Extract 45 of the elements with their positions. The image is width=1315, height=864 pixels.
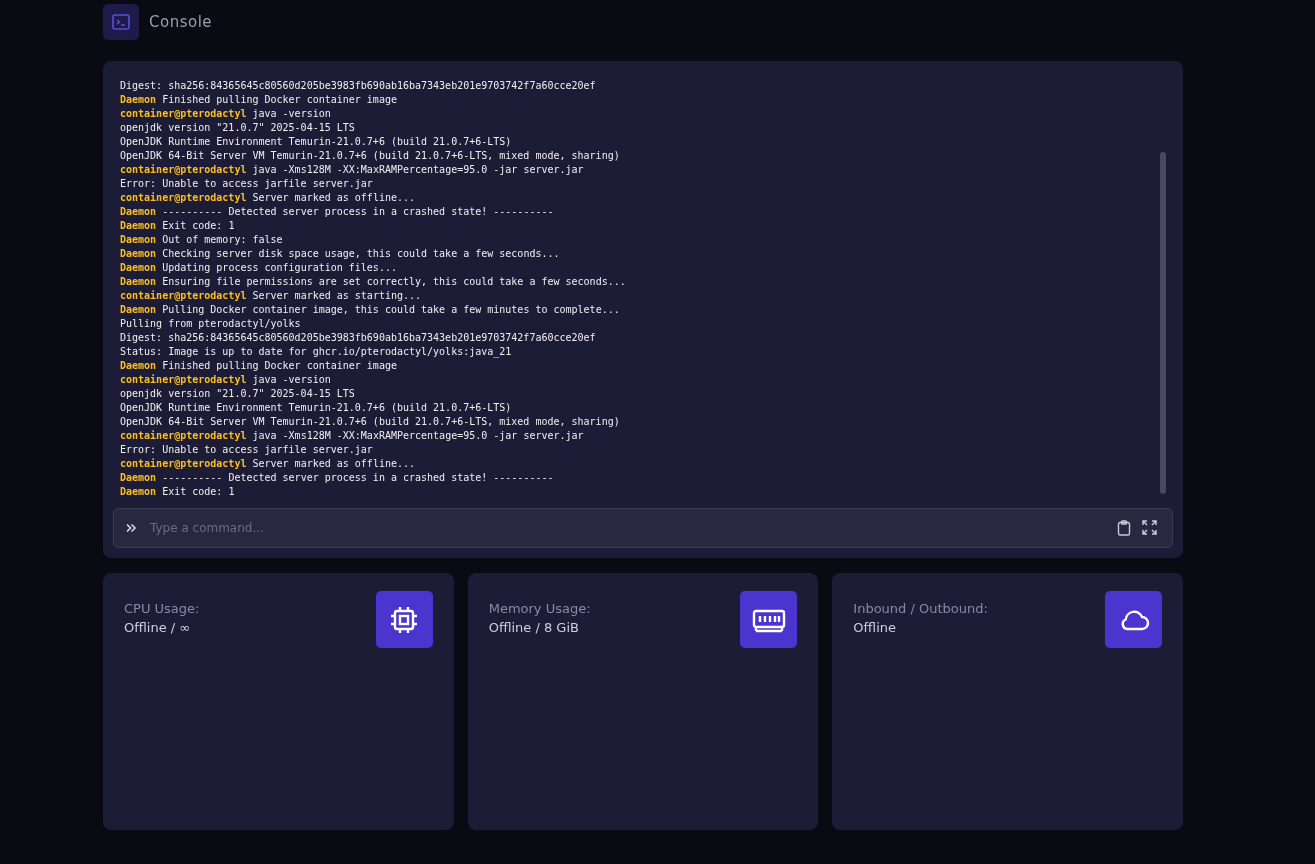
- stat-label: Memory Usage:: [488, 601, 591, 616]
- console-line: Daemon Checking server disk space usage, this could take a few seconds...: [120, 247, 561, 261]
- console-line: Status: Image is up to date for ghcr.io/pterodactyl/yolks:java_21: [120, 345, 513, 359]
- page-title: Console: [149, 13, 213, 31]
- console-line: Daemon Exit code: 1: [120, 485, 236, 499]
- console-line: container@pterodactyl java -Xms128M -XX:MaxRAMPercentage=95.0 -jar server.jar: [120, 163, 585, 177]
- terminal-icon: [103, 4, 139, 40]
- console-line: container@pterodactyl java -version: [120, 107, 332, 121]
- console-line: OpenJDK Runtime Environment Temurin-21.0.7+6 (build 21.0.7+6-LTS): [120, 135, 513, 149]
- console-line: Pulling from pterodactyl/yolks: [120, 317, 302, 331]
- clipboard-icon[interactable]: [1117, 520, 1131, 536]
- stat-value: Offline / ∞: [124, 620, 192, 635]
- console-line: Error: Unable to access jarfile server.jar: [120, 443, 374, 457]
- expand-icon[interactable]: [1142, 520, 1157, 535]
- stat-value: Offline: [853, 620, 897, 635]
- console-line: OpenJDK 64-Bit Server VM Temurin-21.0.7+6 (build 21.0.7+6-LTS, mixed mode, sharing): [120, 415, 621, 429]
- console-line: container@pterodactyl Server marked as starting...: [120, 289, 423, 303]
- command-field[interactable]: Type a command...: [113, 508, 1173, 548]
- stat-label: Inbound / Outbound:: [853, 601, 988, 616]
- console-line: Daemon Ensuring file permissions are set correctly, this could take a few seconds...: [120, 275, 627, 289]
- console-line: container@pterodactyl Server marked as offline...: [120, 457, 417, 471]
- console-line: container@pterodactyl java -Xms128M -XX:MaxRAMPercentage=95.0 -jar server.jar: [120, 429, 585, 443]
- console-line: container@pterodactyl java -version: [120, 373, 332, 387]
- console-line: openjdk version "21.0.7" 2025-04-15 LTS: [120, 387, 356, 401]
- console-line: Digest: sha256:84365645c80560d205be3983fb690ab16ba7343eb201e9703742f7a60cce20ef: [120, 331, 597, 345]
- console-line: Daemon Finished pulling Docker container image: [120, 359, 398, 373]
- console-line: Daemon ---------- Detected server process in a crashed state! ----------: [120, 471, 555, 485]
- console-line: Daemon Updating process configuration files...: [120, 261, 398, 275]
- stat-value: Offline / 8 GiB: [488, 620, 580, 635]
- console-line: container@pterodactyl Server marked as offline...: [120, 191, 417, 205]
- cloud-icon: [1105, 591, 1162, 648]
- console-line: Daemon Out of memory: false: [120, 233, 284, 247]
- console-line: OpenJDK Runtime Environment Temurin-21.0.7+6 (build 21.0.7+6-LTS): [120, 401, 513, 415]
- console-line: Digest: sha256:84365645c80560d205be3983fb690ab16ba7343eb201e9703742f7a60cce20ef: [120, 79, 597, 93]
- console-line: Error: Unable to access jarfile server.jar: [120, 177, 374, 191]
- scrollbar[interactable]: [1160, 152, 1166, 494]
- console-line: Daemon Finished pulling Docker container image: [120, 93, 398, 107]
- console-line: Daemon Exit code: 1: [120, 219, 236, 233]
- console-line: Daemon Pulling Docker container image, this could take a few minutes to complete...: [120, 303, 621, 317]
- console-line: Daemon ---------- Detected server process in a crashed state! ----------: [120, 205, 555, 219]
- chip-icon: [375, 591, 433, 648]
- memory-stick-icon: [740, 591, 798, 648]
- stat-label: CPU Usage:: [124, 601, 200, 616]
- console-line: OpenJDK 64-Bit Server VM Temurin-21.0.7+6 (build 21.0.7+6-LTS, mixed mode, sharing): [120, 149, 621, 163]
- console-line: openjdk version "21.0.7" 2025-04-15 LTS: [120, 121, 356, 135]
